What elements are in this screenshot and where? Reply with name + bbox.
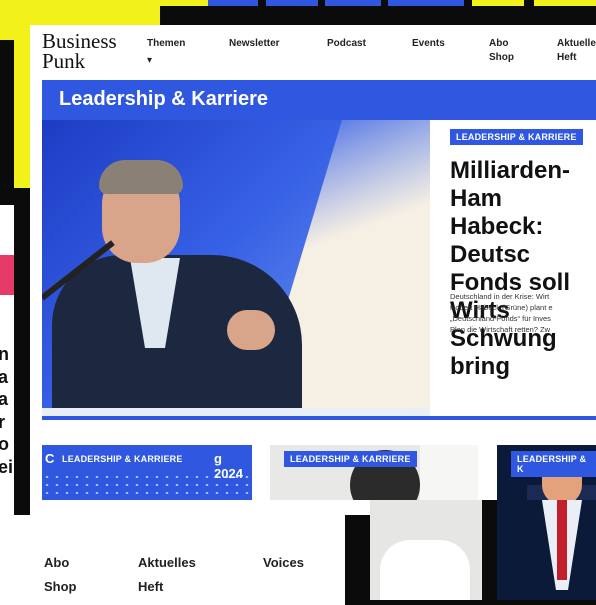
bottom-nav-aktuelles[interactable]: Aktuelles (138, 553, 196, 573)
card-2-tag[interactable]: LEADERSHIP & KARRIERE (284, 451, 417, 467)
left-letter: a (0, 366, 9, 387)
card-1-year: g 2024 (214, 451, 243, 481)
chevron-down-icon[interactable]: ▾ (147, 55, 152, 66)
bottom-nav-voices[interactable]: Voices (263, 553, 304, 573)
left-letter: a (0, 389, 9, 409)
top-strip-blue-2 (266, 0, 318, 6)
left-letter: r (0, 411, 6, 432)
hero-headline[interactable]: Milliarden-Ham Habeck: Deutsc Fonds soll… (450, 157, 596, 381)
article-card-2[interactable]: LEADERSHIP & KARRIERE (270, 445, 478, 500)
article-image-3-lower[interactable] (497, 500, 596, 600)
left-page-fragment: n a a r o ei (0, 205, 14, 515)
person-tie (557, 500, 567, 580)
hero-image[interactable] (42, 120, 430, 420)
nav-item-events[interactable]: Events (412, 37, 445, 51)
hero-divider (42, 416, 596, 420)
nav-item-newsletter[interactable]: Newsletter (229, 37, 280, 51)
bottom-nav-card: Abo Aktuelles Voices Shop Heft (0, 515, 345, 605)
card-1-tag[interactable]: LEADERSHIP & KARRIERE (56, 451, 189, 467)
dark-slab (0, 40, 14, 190)
top-strip-blue-4 (388, 0, 464, 6)
top-strip-blue-3 (325, 0, 381, 6)
article-image-2-lower[interactable] (370, 500, 482, 600)
site-logo[interactable]: Business Punk (42, 29, 117, 73)
card-1-fragment: C (45, 451, 55, 466)
bottom-nav-heft[interactable]: Heft (138, 577, 163, 597)
pink-band (0, 255, 14, 295)
left-fragment-letters: n a a r o ei (0, 343, 14, 478)
nav-item-aktuelles-heft[interactable]: Aktuelles Heft (557, 37, 596, 65)
nav-item-themen[interactable]: Themen (147, 37, 185, 51)
top-strip-blue (208, 0, 258, 6)
hero-person-hand (227, 310, 275, 350)
section-header-bar: Leadership & Karriere (42, 80, 596, 120)
section-title[interactable]: Leadership & Karriere (59, 88, 268, 111)
left-letter: ei (0, 456, 14, 477)
bottom-nav-shop[interactable]: Shop (44, 577, 77, 597)
article-card-1[interactable]: C g 2024 LEADERSHIP & KARRIERE (42, 445, 252, 500)
top-strip-yellow-3 (472, 0, 524, 6)
article-card-3[interactable]: LEADERSHIP & K (497, 445, 596, 500)
nav-item-abo-shop[interactable]: Abo Shop (489, 37, 514, 65)
hero-teaser: Deutschland in der Krise: Wirt Robert Ha… (450, 292, 553, 334)
window-light (420, 445, 478, 500)
hero-person-hair (99, 160, 183, 194)
bottom-nav-abo[interactable]: Abo (44, 553, 69, 573)
white-shape (380, 540, 470, 600)
dark-gap-2 (482, 500, 497, 600)
left-letter: n (0, 344, 9, 364)
hero-category-tag[interactable]: LEADERSHIP & KARRIERE (450, 129, 583, 145)
logo-line-2: Punk (42, 49, 86, 73)
nav-item-podcast[interactable]: Podcast (327, 37, 366, 51)
left-letter: o (0, 434, 9, 454)
logo-line-1: Business (42, 29, 117, 53)
card-3-tag[interactable]: LEADERSHIP & K (511, 451, 596, 477)
top-strip-yellow-4 (534, 0, 596, 6)
top-navigation: Business Punk Themen ▾ Newsletter Podcas… (30, 25, 596, 77)
